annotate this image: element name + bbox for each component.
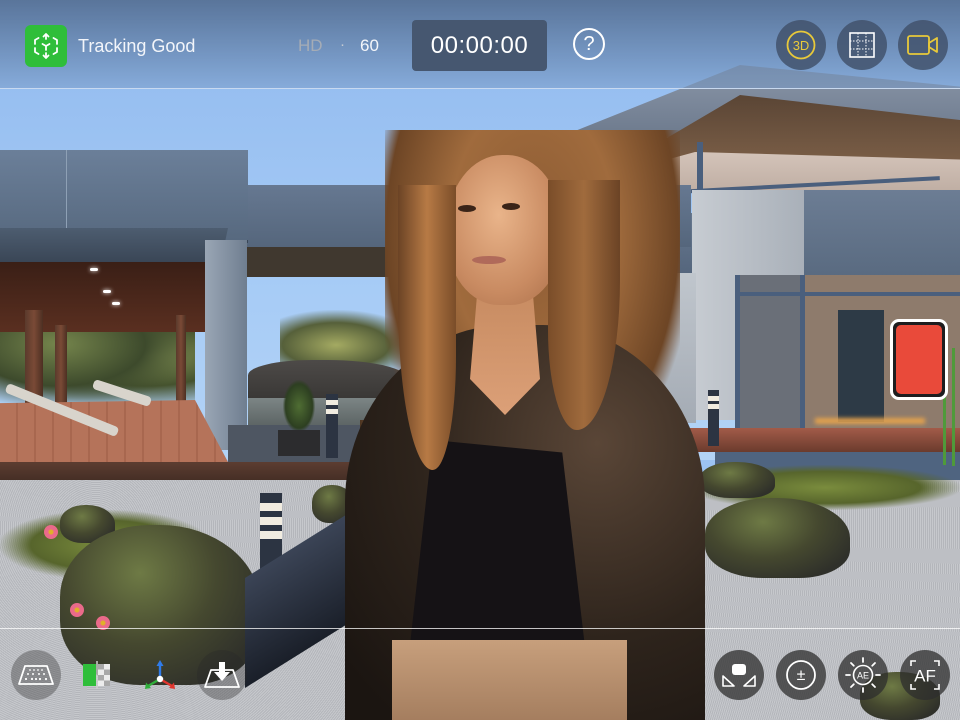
help-button[interactable]: ? bbox=[573, 28, 605, 60]
axis-gizmo-button[interactable] bbox=[135, 650, 185, 700]
green-screen-button[interactable] bbox=[72, 650, 122, 700]
svg-text:AF: AF bbox=[914, 667, 936, 686]
bamboo bbox=[952, 348, 955, 466]
window-mullion bbox=[800, 275, 805, 430]
camera-viewport[interactable] bbox=[0, 0, 960, 720]
interior-door bbox=[838, 310, 884, 422]
ar-cube-icon bbox=[34, 33, 58, 59]
exposure-icon: ± bbox=[786, 660, 816, 690]
subject-placement-icon bbox=[722, 664, 756, 687]
interior-light bbox=[815, 418, 925, 424]
subject-face bbox=[447, 155, 562, 305]
xyz-axis-icon bbox=[145, 660, 175, 689]
record-icon bbox=[896, 325, 942, 394]
subject-placement-button[interactable] bbox=[714, 650, 764, 700]
video-camera-icon bbox=[907, 35, 938, 55]
window-mullion bbox=[735, 292, 960, 296]
auto-focus-icon: AF bbox=[910, 660, 940, 690]
window-mullion bbox=[735, 275, 740, 430]
keyer-split-icon bbox=[83, 661, 110, 689]
garden-rock bbox=[705, 498, 850, 578]
auto-exposure-button[interactable]: AE bbox=[838, 650, 888, 700]
left-building-fascia bbox=[0, 228, 229, 262]
record-button[interactable] bbox=[890, 319, 948, 400]
ceiling-light bbox=[112, 302, 120, 305]
ceiling-light bbox=[103, 290, 111, 293]
flower bbox=[70, 603, 84, 617]
auto-focus-button[interactable]: AF bbox=[900, 650, 950, 700]
bottom-toolbar-divider bbox=[0, 628, 960, 629]
floor-grid-icon bbox=[18, 665, 54, 685]
concrete-pillar bbox=[205, 240, 247, 450]
3d-mode-button[interactable]: 3D bbox=[776, 20, 826, 70]
subject-mouth bbox=[472, 256, 506, 264]
place-floor-button[interactable] bbox=[197, 650, 247, 700]
planter-box bbox=[278, 430, 320, 456]
grid-icon bbox=[849, 32, 875, 58]
flower bbox=[44, 525, 58, 539]
svg-text:±: ± bbox=[797, 667, 806, 684]
wooden-column bbox=[55, 325, 67, 410]
frame-rate-button[interactable]: 60 bbox=[360, 36, 379, 56]
3d-icon: 3D bbox=[786, 30, 816, 60]
floor-grid-button[interactable] bbox=[11, 650, 61, 700]
garden-rock bbox=[700, 462, 775, 498]
exposure-compensation-button[interactable]: ± bbox=[776, 650, 826, 700]
separator: · bbox=[340, 36, 345, 53]
auto-exposure-icon: AE bbox=[845, 657, 881, 693]
right-deck bbox=[688, 428, 960, 452]
right-building-upper-wall bbox=[804, 190, 960, 278]
subject-pants bbox=[392, 640, 627, 720]
tracking-status-label: Tracking Good bbox=[78, 36, 196, 56]
resolution-button[interactable]: HD bbox=[298, 36, 323, 56]
place-floor-icon bbox=[204, 662, 240, 688]
timecode-display: 00:00:00 bbox=[412, 20, 547, 71]
subject-eye bbox=[502, 203, 520, 210]
ceiling-light bbox=[90, 268, 98, 271]
svg-text:3D: 3D bbox=[793, 38, 810, 53]
tracking-status-button[interactable] bbox=[25, 25, 67, 67]
grid-button[interactable] bbox=[837, 20, 887, 70]
camera-button[interactable] bbox=[898, 20, 948, 70]
garden-bollard bbox=[708, 390, 719, 446]
potted-plant bbox=[283, 380, 315, 432]
top-toolbar: Tracking Good HD · 60 00:00:00 ? 3D bbox=[0, 0, 960, 89]
svg-text:AE: AE bbox=[857, 671, 869, 681]
subject-eye bbox=[458, 205, 476, 212]
help-icon: ? bbox=[583, 32, 595, 55]
garden-bollard bbox=[326, 394, 338, 458]
